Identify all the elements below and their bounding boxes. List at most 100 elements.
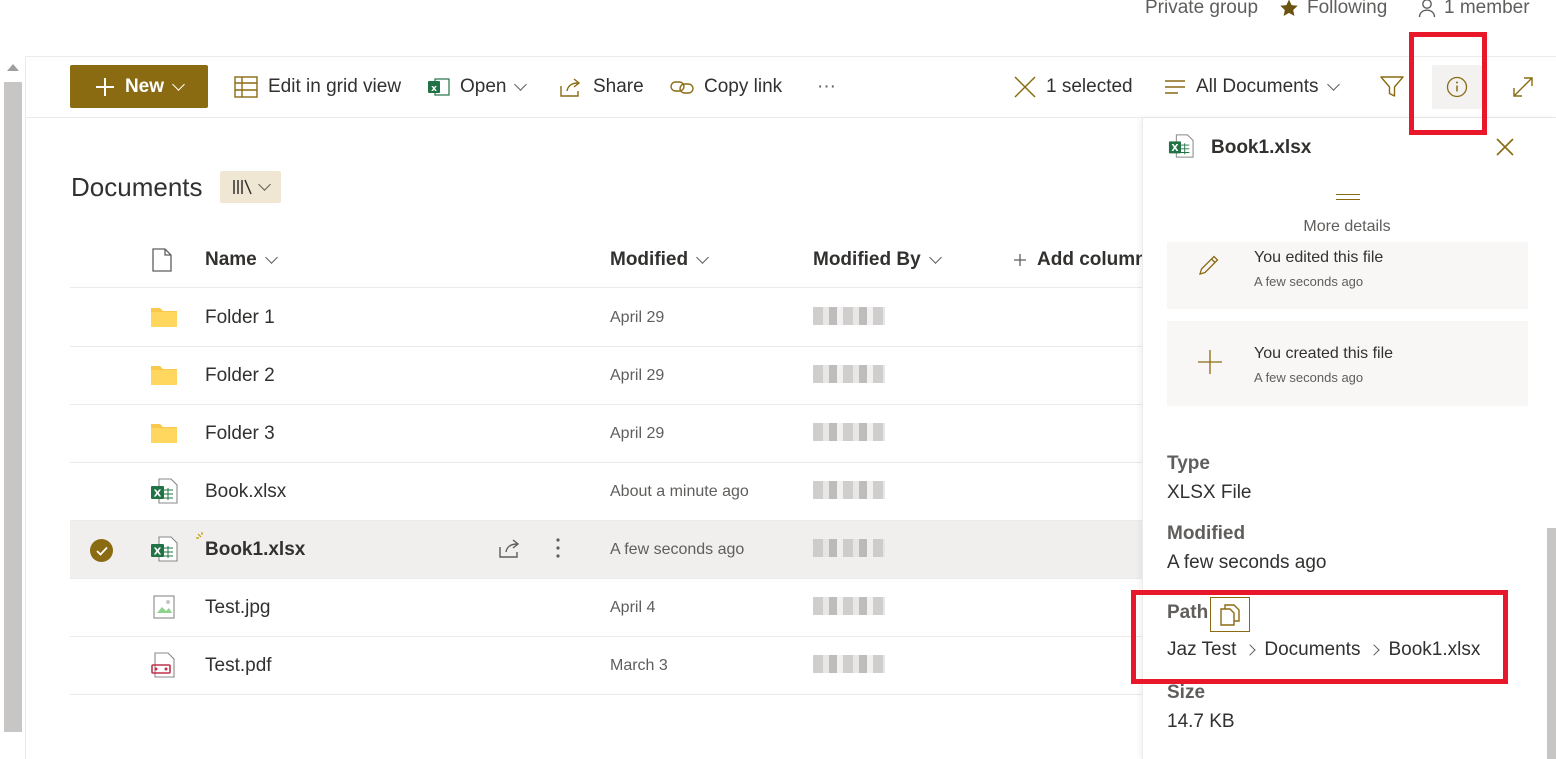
close-pane-icon[interactable] (1495, 137, 1515, 162)
svg-text:X: X (154, 547, 162, 558)
column-header-modified-by[interactable]: Modified By (813, 243, 942, 277)
pdf-file-icon (150, 652, 178, 680)
activity-item: You created this file A few seconds ago (1167, 321, 1528, 406)
filter-button[interactable] (1380, 57, 1404, 117)
chevron-down-icon (258, 178, 271, 191)
excel-icon: x (428, 77, 450, 97)
chevron-down-icon (172, 77, 185, 91)
modified-by-redacted (813, 539, 885, 557)
edit-grid-view-button[interactable]: Edit in grid view (234, 57, 401, 117)
chevron-down-icon (1326, 78, 1340, 91)
copy-path-button[interactable] (1210, 597, 1250, 632)
pencil-icon (1197, 253, 1221, 282)
column-header-modified[interactable]: Modified (610, 243, 709, 277)
file-name-link[interactable]: Folder 1 (205, 289, 275, 347)
copy-link-button[interactable]: Copy link (670, 57, 782, 117)
grid-icon (234, 76, 258, 98)
modified-label: Modified (1167, 523, 1246, 544)
info-pane-button[interactable] (1432, 65, 1482, 109)
file-name-link[interactable]: Folder 2 (205, 347, 275, 405)
members-button[interactable]: 1 member (1418, 0, 1530, 19)
activity-title: You created this file (1254, 345, 1394, 362)
expand-button[interactable] (1512, 57, 1534, 117)
row-selected-checkmark-icon[interactable] (90, 539, 113, 562)
activity-time: A few seconds ago (1254, 274, 1364, 289)
command-bar: New Edit in grid view x Open Share Copy … (26, 56, 1556, 118)
modified-by-redacted (813, 481, 885, 499)
file-name-link[interactable]: Book.xlsx (205, 463, 286, 521)
expand-icon (1512, 76, 1534, 98)
excel-file-icon: X (150, 478, 178, 506)
share-icon (559, 76, 583, 98)
modified-value: March 3 (610, 657, 668, 674)
activity-item: You edited this file A few seconds ago (1167, 242, 1528, 309)
file-name-link[interactable]: Folder 3 (205, 405, 275, 463)
modified-by-redacted (813, 307, 885, 325)
activity-time: A few seconds ago (1254, 370, 1364, 385)
more-actions-button[interactable]: ··· (817, 57, 836, 117)
image-file-icon (150, 594, 178, 622)
page-scrollbar[interactable] (0, 56, 26, 759)
more-details-link[interactable]: More details (1143, 218, 1551, 236)
row-more-actions-icon[interactable] (556, 537, 560, 564)
table-row[interactable]: Test.pdf March 3 (70, 637, 1142, 695)
path-breadcrumb: Jaz Test Documents Book1.xlsx (1167, 639, 1480, 661)
file-name-link[interactable]: Test.jpg (205, 579, 270, 637)
view-switcher[interactable]: All Documents (1164, 57, 1340, 117)
size-value: 14.7 KB (1167, 711, 1235, 732)
plus-icon (95, 77, 115, 97)
folder-icon (150, 304, 178, 332)
size-label: Size (1167, 682, 1206, 703)
link-icon (670, 79, 694, 95)
table-row[interactable]: Folder 1 April 29 (70, 289, 1142, 347)
path-label: Path (1167, 602, 1209, 623)
column-header-name[interactable]: Name (205, 243, 278, 277)
file-name-link[interactable]: Test.pdf (205, 637, 272, 695)
breadcrumb-item[interactable]: Documents (1264, 639, 1360, 661)
activity-title: You edited this file (1254, 249, 1384, 266)
table-row[interactable]: Folder 2 April 29 (70, 347, 1142, 405)
pane-scrollbar[interactable] (1547, 528, 1556, 759)
modified-by-redacted (813, 423, 885, 441)
table-row[interactable]: X Book.xlsx About a minute ago (70, 463, 1142, 521)
person-icon (1418, 0, 1436, 18)
svg-text:X: X (154, 489, 162, 500)
chevron-down-icon (514, 78, 528, 91)
chevron-right-icon (1368, 644, 1381, 656)
svg-text:X: X (1171, 143, 1178, 154)
excel-file-icon: X (1168, 133, 1194, 164)
modified-value: A few seconds ago (610, 541, 745, 558)
breadcrumb-item[interactable]: Book1.xlsx (1388, 639, 1480, 661)
follow-button[interactable]: Following (1279, 0, 1387, 19)
open-button[interactable]: x Open (428, 57, 528, 117)
share-button[interactable]: Share (559, 57, 644, 117)
library-icon (232, 178, 254, 196)
modified-value: About a minute ago (610, 483, 749, 500)
type-label: Type (1167, 453, 1210, 474)
file-type-icon[interactable] (152, 248, 172, 277)
type-value: XLSX File (1167, 482, 1252, 503)
info-icon (1446, 76, 1468, 98)
new-button[interactable]: New (70, 65, 208, 108)
modified-by-redacted (813, 365, 885, 383)
modified-by-redacted (813, 655, 885, 673)
table-row[interactable]: Folder 3 April 29 (70, 405, 1142, 463)
drag-handle[interactable] (1336, 194, 1360, 200)
chevron-down-icon (696, 251, 709, 264)
row-share-icon[interactable] (498, 537, 522, 564)
library-view-switcher[interactable] (220, 171, 281, 203)
scrollbar-thumb[interactable] (4, 82, 22, 732)
chevron-right-icon (1244, 644, 1257, 656)
breadcrumb-item[interactable]: Jaz Test (1167, 639, 1236, 661)
list-view-icon (1164, 79, 1186, 95)
modified-by-redacted (813, 597, 885, 615)
add-column-button[interactable]: Add column (1013, 243, 1147, 277)
file-name-link[interactable]: Book1.xlsx (205, 521, 305, 579)
table-row-selected[interactable]: X Book1.xlsx A few seconds ago (70, 521, 1142, 579)
table-row[interactable]: Test.jpg April 4 (70, 579, 1142, 637)
scroll-up-arrow-icon[interactable] (7, 64, 19, 71)
details-file-name: Book1.xlsx (1211, 137, 1312, 158)
filter-icon (1380, 76, 1404, 98)
clear-selection-button[interactable]: 1 selected (1014, 57, 1133, 117)
plus-icon (1013, 253, 1027, 267)
